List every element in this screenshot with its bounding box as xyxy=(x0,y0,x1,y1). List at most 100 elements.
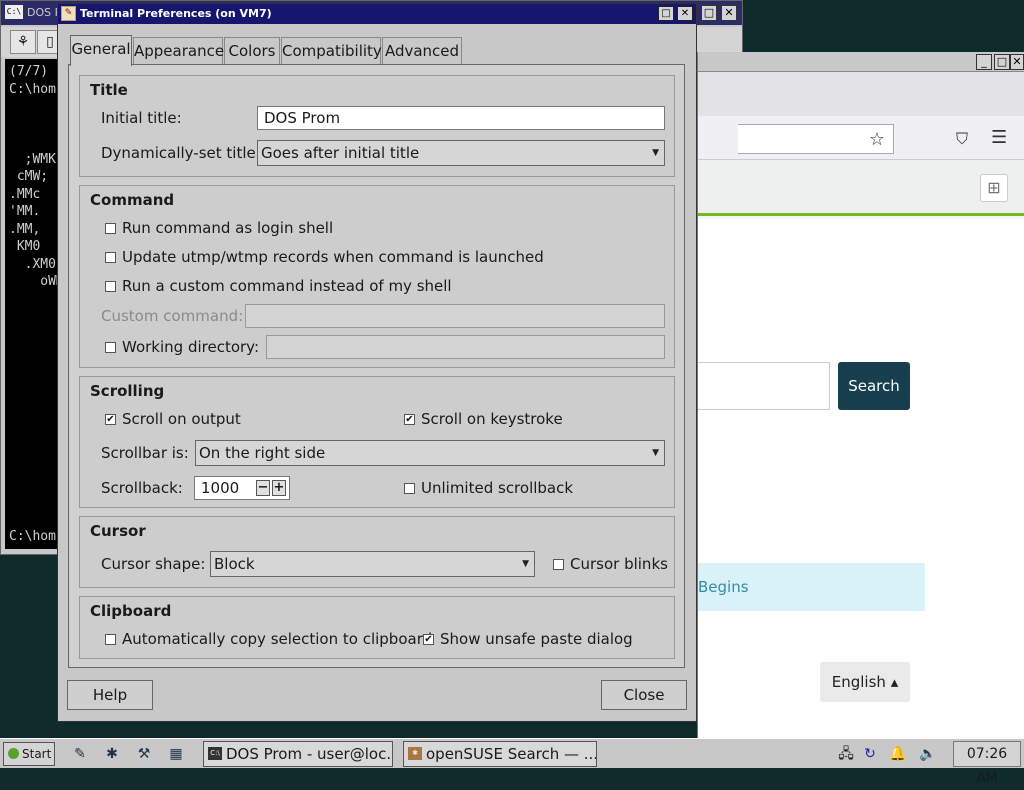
browser-icon: ✱ xyxy=(408,747,422,760)
working-directory-checkbox[interactable] xyxy=(105,342,116,353)
browser-tab-strip xyxy=(698,72,1024,116)
unsafe-paste-checkbox[interactable]: ✔ xyxy=(423,634,434,645)
cursor-blinks-checkbox[interactable] xyxy=(553,559,564,570)
url-bar[interactable]: ☆ xyxy=(738,124,894,154)
utmp-label[interactable]: Update utmp/wtmp records when command is… xyxy=(122,248,544,266)
browser-close-button[interactable]: ✕ xyxy=(1010,54,1024,70)
terminal-icon: C:\ xyxy=(208,747,222,760)
quicklaunch-settings-icon[interactable]: ✱ xyxy=(102,744,122,764)
close-button[interactable]: Close xyxy=(601,680,687,710)
tab-page-general: Title Initial title: DOS Prom Dynamicall… xyxy=(68,64,685,668)
language-button[interactable]: English ▴ xyxy=(820,662,910,702)
dropdown-arrow-icon: ▼ xyxy=(652,448,659,458)
unlimited-scrollback-label[interactable]: Unlimited scrollback xyxy=(421,479,573,497)
cursor-blinks-label[interactable]: Cursor blinks xyxy=(570,555,668,573)
login-shell-label[interactable]: Run command as login shell xyxy=(122,219,333,237)
update-icon[interactable]: ↻ xyxy=(860,744,880,764)
menu-icon[interactable]: ☰ xyxy=(991,127,1007,148)
task-browser[interactable]: ✱ openSUSE Search — ... xyxy=(403,741,597,767)
title-group-heading: Title xyxy=(90,81,128,99)
terminal-close-button[interactable]: ✕ xyxy=(721,5,737,21)
terminal-icon: C:\ xyxy=(5,5,23,19)
cursor-group-heading: Cursor xyxy=(90,522,146,540)
custom-command-checkbox[interactable] xyxy=(105,281,116,292)
clipboard-group: Clipboard Automatically copy selection t… xyxy=(79,596,675,659)
terminal-maximize-button[interactable]: □ xyxy=(701,5,717,21)
custom-command-input[interactable] xyxy=(245,304,665,328)
quicklaunch-apps-icon[interactable]: ▦ xyxy=(166,744,186,764)
browser-minimize-button[interactable]: _ xyxy=(976,54,992,70)
scrollback-value[interactable]: 1000 xyxy=(201,479,239,497)
star-icon[interactable]: ☆ xyxy=(869,129,885,150)
language-label: English xyxy=(831,673,886,691)
network-icon[interactable]: 🖧 xyxy=(836,744,856,764)
start-button[interactable]: Start xyxy=(3,742,55,766)
auto-copy-label[interactable]: Automatically copy selection to clipboar… xyxy=(122,630,432,648)
plus-icon[interactable]: + xyxy=(272,480,286,496)
scrollback-spinner[interactable]: 1000 − + xyxy=(194,476,290,500)
site-body: Search Begins English ▴ xyxy=(698,219,1024,738)
volume-icon[interactable]: 🔈 xyxy=(918,744,938,764)
dialog-titlebar[interactable]: ✎ Terminal Preferences (on VM7) □ ✕ xyxy=(58,4,696,24)
tab-advanced[interactable]: Advanced xyxy=(382,37,462,65)
dialog-title: Terminal Preferences (on VM7) xyxy=(80,7,272,20)
browser-window[interactable]: _ □ ✕ ☆ ⛉ ☰ ⊞ Search Begins English ▴ xyxy=(697,52,1024,738)
opensuse-logo-icon xyxy=(8,748,19,759)
scrollback-label: Scrollback: xyxy=(101,479,183,497)
auto-copy-checkbox[interactable] xyxy=(105,634,116,645)
unlimited-scrollback-checkbox[interactable] xyxy=(404,483,415,494)
browser-titlebar[interactable]: _ □ ✕ xyxy=(698,52,1024,72)
scrollbar-position-label: Scrollbar is: xyxy=(101,444,189,462)
dynamic-title-dropdown[interactable]: Goes after initial title ▼ xyxy=(257,140,665,166)
dialog-maximize-button[interactable]: □ xyxy=(658,6,674,21)
scroll-on-output-label[interactable]: Scroll on output xyxy=(122,410,241,428)
search-button[interactable]: Search xyxy=(838,362,910,410)
scrollbar-position-value: On the right side xyxy=(199,444,326,462)
initial-title-input[interactable]: DOS Prom xyxy=(257,106,665,130)
scroll-on-keystroke-label[interactable]: Scroll on keystroke xyxy=(421,410,563,428)
info-banner[interactable]: Begins xyxy=(698,563,925,611)
clipboard-group-heading: Clipboard xyxy=(90,602,172,620)
custom-command-toggle-label[interactable]: Run a custom command instead of my shell xyxy=(122,277,452,295)
quicklaunch-tools-icon[interactable]: ⚒ xyxy=(134,744,154,764)
terminal-bottom-prompt: C:\hom xyxy=(9,529,56,544)
dynamic-title-value: Goes after initial title xyxy=(261,144,420,162)
scrollbar-position-dropdown[interactable]: On the right side ▼ xyxy=(195,440,665,466)
dropdown-arrow-icon: ▼ xyxy=(652,148,659,158)
minus-icon[interactable]: − xyxy=(256,480,270,496)
cursor-group: Cursor Cursor shape: Block ▼ Cursor blin… xyxy=(79,516,675,588)
notification-bell-icon[interactable]: 🔔 xyxy=(888,744,908,764)
dialog-close-button[interactable]: ✕ xyxy=(677,6,693,21)
paint-tool-icon[interactable]: ⚘ xyxy=(10,30,36,54)
clock[interactable]: 07:26 AM xyxy=(953,741,1021,786)
tab-colors[interactable]: Colors xyxy=(224,37,280,65)
custom-command-label: Custom command: xyxy=(101,307,244,325)
quicklaunch-editor-icon[interactable]: ✎ xyxy=(70,744,90,764)
tab-general[interactable]: General xyxy=(70,35,132,66)
command-group-heading: Command xyxy=(90,191,175,209)
start-label: Start xyxy=(22,747,52,761)
browser-maximize-button[interactable]: □ xyxy=(994,54,1010,70)
tab-compatibility[interactable]: Compatibility xyxy=(281,37,382,65)
cursor-shape-dropdown[interactable]: Block ▼ xyxy=(210,551,535,577)
grid-icon[interactable]: ⊞ xyxy=(980,174,1008,202)
tab-appearance[interactable]: Appearance xyxy=(133,37,224,65)
caret-up-icon: ▴ xyxy=(890,673,899,691)
task-browser-label: openSUSE Search — ... xyxy=(426,745,597,763)
unsafe-paste-label[interactable]: Show unsafe paste dialog xyxy=(440,630,633,648)
utmp-checkbox[interactable] xyxy=(105,252,116,263)
scroll-on-keystroke-checkbox[interactable]: ✔ xyxy=(404,414,415,425)
pocket-icon[interactable]: ⛉ xyxy=(956,129,968,149)
search-input[interactable] xyxy=(698,362,830,410)
scroll-on-output-checkbox[interactable]: ✔ xyxy=(105,414,116,425)
login-shell-checkbox[interactable] xyxy=(105,223,116,234)
task-terminal[interactable]: C:\ DOS Prom - user@loc... xyxy=(203,741,393,767)
task-terminal-label: DOS Prom - user@loc... xyxy=(226,745,393,763)
browser-navbar: ☆ ⛉ ☰ xyxy=(698,116,1024,160)
cursor-shape-value: Block xyxy=(214,555,255,573)
help-button[interactable]: Help xyxy=(67,680,153,710)
working-directory-label[interactable]: Working directory: xyxy=(122,338,259,356)
dialog-app-icon: ✎ xyxy=(61,6,76,21)
dropdown-arrow-icon: ▼ xyxy=(522,559,529,569)
working-directory-input[interactable] xyxy=(266,335,665,359)
